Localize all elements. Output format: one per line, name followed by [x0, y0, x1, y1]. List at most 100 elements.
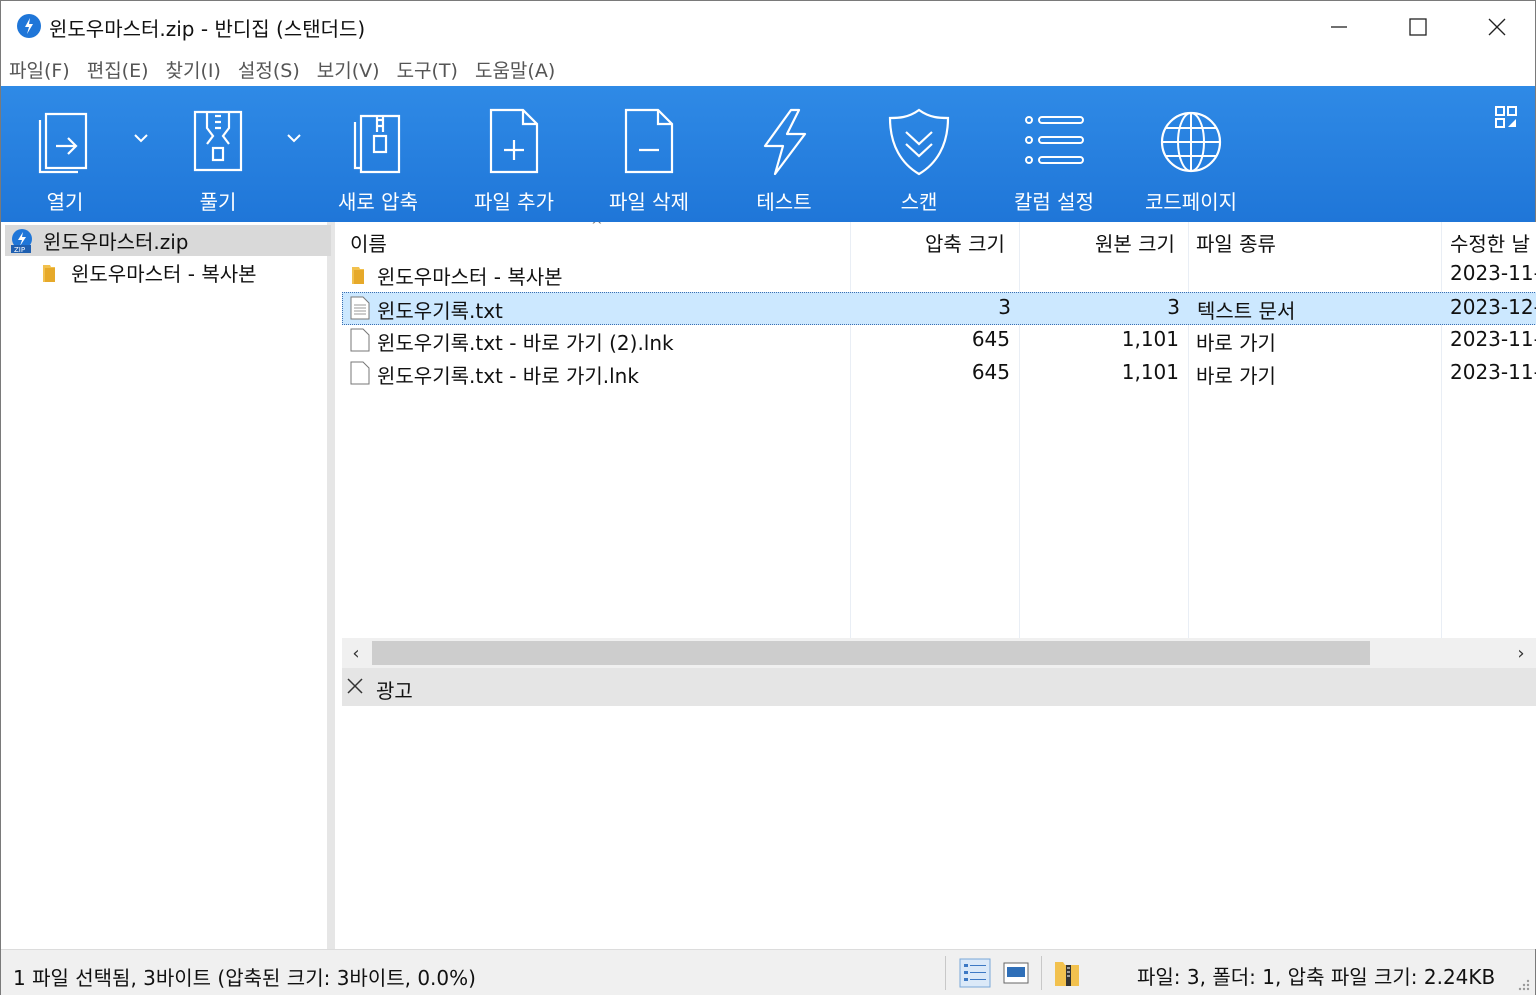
- close-ad-icon[interactable]: [344, 675, 366, 697]
- menu-edit[interactable]: 편집(E): [87, 56, 149, 83]
- ad-bar: 광고: [342, 668, 1536, 706]
- folder-icon: [352, 267, 364, 284]
- scrollbar-thumb[interactable]: [372, 641, 1370, 665]
- header-name[interactable]: 이름: [350, 228, 387, 257]
- scroll-right-chevron-icon[interactable]: ›: [1507, 638, 1535, 668]
- open-label: 열기: [46, 190, 84, 214]
- status-archive-info: 파일: 3, 폴더: 1, 압축 파일 크기: 2.24KB: [1137, 965, 1496, 989]
- globe-icon: [1160, 111, 1222, 173]
- close-button[interactable]: [1457, 1, 1536, 53]
- cell-file-type: 바로 가기: [1196, 331, 1276, 355]
- lightning-icon: [763, 108, 807, 176]
- open-icon: [38, 112, 88, 174]
- cell-original-size: 3: [1167, 295, 1180, 319]
- add-file-icon: [489, 108, 539, 174]
- cell-original-size: 1,101: [1121, 360, 1179, 384]
- menu-file[interactable]: 파일(F): [9, 56, 70, 83]
- cell-name: 윈도우기록.txt - 바로 가기 (2).lnk: [377, 331, 674, 355]
- list-row-selected[interactable]: 윈도우기록.txt 3 3 텍스트 문서 2023-12-0: [342, 292, 1536, 325]
- preview-pane-icon[interactable]: [1003, 962, 1029, 984]
- tree-item-folder[interactable]: 윈도우마스터 - 복사본: [41, 257, 257, 288]
- bandizip-window: 윈도우마스터.zip - 반디집 (스탠더드) 파일(F) 편집(E) 찾기(I…: [0, 0, 1536, 995]
- minimize-icon: [1331, 26, 1347, 28]
- bandizip-app-icon: [17, 14, 41, 38]
- svg-text:ZIP: ZIP: [14, 246, 25, 254]
- tree-item-label: 윈도우마스터 - 복사본: [71, 262, 257, 286]
- folder-icon: [43, 264, 55, 282]
- test-label: 테스트: [756, 190, 812, 214]
- add-files-button[interactable]: 파일 추가: [464, 86, 564, 222]
- archive-zipper-icon[interactable]: [1053, 958, 1081, 988]
- codepage-label: 코드페이지: [1145, 190, 1237, 214]
- list-row-folder[interactable]: 윈도우마스터 - 복사본 2023-11-2: [342, 259, 1536, 292]
- status-bar: 1 파일 선택됨, 3바이트 (압축된 크기: 3바이트, 0.0%) 파일: …: [1, 949, 1535, 995]
- extract-dropdown-chevron-icon[interactable]: [282, 126, 306, 150]
- list-row[interactable]: 윈도우기록.txt - 바로 가기.lnk 645 1,101 바로 가기 20…: [342, 358, 1536, 391]
- resize-grip-icon[interactable]: [1515, 976, 1531, 992]
- header-modified[interactable]: 수정한 날: [1450, 228, 1530, 257]
- scroll-left-chevron-icon[interactable]: ‹: [342, 638, 370, 668]
- status-separator: [1041, 956, 1042, 990]
- codepage-button[interactable]: 코드페이지: [1133, 86, 1249, 222]
- column-settings-button[interactable]: 칼럼 설정: [1004, 86, 1104, 222]
- sort-ascending-icon: ^: [591, 222, 603, 234]
- maximize-icon: [1409, 18, 1427, 36]
- cell-packed-size: 645: [971, 360, 1010, 384]
- file-icon: [350, 361, 370, 385]
- close-icon: [1488, 18, 1506, 36]
- menu-help[interactable]: 도움말(A): [475, 56, 555, 83]
- scan-label: 스캔: [900, 190, 938, 214]
- cell-name: 윈도우마스터 - 복사본: [377, 265, 563, 289]
- column-settings-label: 칼럼 설정: [1014, 190, 1094, 214]
- file-icon: [350, 328, 370, 352]
- list-row[interactable]: 윈도우기록.txt - 바로 가기 (2).lnk 645 1,101 바로 가…: [342, 325, 1536, 358]
- zip-archive-icon: ZIP: [11, 228, 32, 254]
- cell-file-type: 텍스트 문서: [1197, 299, 1296, 323]
- menu-view[interactable]: 보기(V): [317, 56, 380, 83]
- ad-area: [342, 706, 1536, 949]
- cell-file-type: 바로 가기: [1196, 364, 1276, 388]
- new-archive-label: 새로 압축: [338, 190, 418, 214]
- extract-icon: [193, 110, 243, 172]
- extract-label: 풀기: [199, 190, 237, 214]
- layout-grid-icon[interactable]: [1493, 104, 1521, 132]
- cell-modified: 2023-11-2: [1450, 261, 1536, 285]
- file-list: ^ 이름 압축 크기 원본 크기 파일 종류 수정한 날 윈도우마스터 - 복사…: [342, 222, 1536, 638]
- header-original-size[interactable]: 원본 크기: [1095, 228, 1175, 257]
- menu-tools[interactable]: 도구(T): [397, 56, 458, 83]
- delete-files-button[interactable]: 파일 삭제: [599, 86, 699, 222]
- header-packed-size[interactable]: 압축 크기: [925, 228, 1005, 257]
- details-view-icon[interactable]: [959, 958, 991, 988]
- cell-name: 윈도우기록.txt: [377, 299, 503, 323]
- tree-item-label: 윈도우마스터.zip: [43, 230, 189, 254]
- new-archive-button[interactable]: 새로 압축: [328, 86, 428, 222]
- ad-label: 광고: [376, 679, 413, 703]
- open-dropdown-chevron-icon[interactable]: [129, 126, 153, 150]
- cell-packed-size: 3: [998, 295, 1011, 319]
- folder-tree: ZIP 윈도우마스터.zip 윈도우마스터 - 복사본: [1, 222, 335, 949]
- shield-icon: [888, 108, 950, 176]
- minimize-button[interactable]: [1299, 1, 1379, 53]
- add-files-label: 파일 추가: [474, 190, 554, 214]
- status-selection: 1 파일 선택됨, 3바이트 (압축된 크기: 3바이트, 0.0%): [13, 966, 476, 990]
- cell-modified: 2023-12-0: [1450, 295, 1536, 319]
- test-button[interactable]: 테스트: [734, 86, 834, 222]
- menu-settings[interactable]: 설정(S): [238, 56, 300, 83]
- tree-item-archive-root[interactable]: ZIP 윈도우마스터.zip: [5, 225, 331, 256]
- header-file-type[interactable]: 파일 종류: [1196, 228, 1276, 257]
- window-title: 윈도우마스터.zip - 반디집 (스탠더드): [49, 17, 366, 41]
- horizontal-scrollbar[interactable]: ‹ ›: [342, 638, 1536, 668]
- delete-file-icon: [624, 108, 674, 174]
- maximize-button[interactable]: [1378, 1, 1458, 53]
- cell-packed-size: 645: [971, 327, 1010, 351]
- text-file-icon: [350, 296, 370, 320]
- title-bar: 윈도우마스터.zip - 반디집 (스탠더드): [1, 1, 1535, 53]
- list-header: ^ 이름 압축 크기 원본 크기 파일 종류 수정한 날: [342, 222, 1536, 260]
- cell-original-size: 1,101: [1121, 327, 1179, 351]
- menu-find[interactable]: 찾기(I): [166, 56, 221, 83]
- status-separator: [945, 956, 946, 990]
- delete-files-label: 파일 삭제: [609, 190, 689, 214]
- extract-button[interactable]: 풀기: [178, 86, 258, 222]
- scan-button[interactable]: 스캔: [869, 86, 969, 222]
- open-button[interactable]: 열기: [25, 86, 105, 222]
